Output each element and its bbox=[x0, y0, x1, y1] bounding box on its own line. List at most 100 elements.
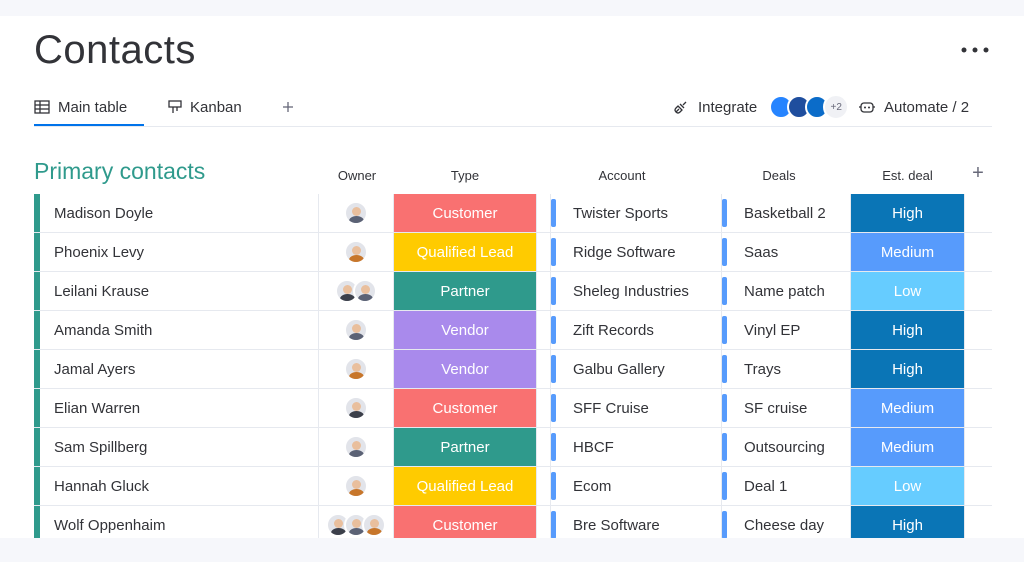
top-strip bbox=[0, 0, 1024, 16]
type-status[interactable]: Qualified Lead bbox=[394, 233, 536, 271]
type-status[interactable]: Vendor bbox=[394, 350, 536, 388]
account-link[interactable]: Ecom bbox=[551, 467, 707, 505]
account-link[interactable]: Ridge Software bbox=[551, 233, 707, 271]
avatar bbox=[362, 513, 386, 537]
avatar bbox=[344, 357, 368, 381]
table-row[interactable]: Phoenix Levy Qualified Lead Ridge Software… bbox=[34, 233, 992, 272]
deal-name: Trays bbox=[744, 360, 781, 378]
type-status[interactable]: Partner bbox=[394, 428, 536, 466]
deal-link[interactable]: Saas bbox=[722, 233, 850, 271]
owner-avatars bbox=[344, 396, 368, 420]
account-link[interactable]: Galbu Gallery bbox=[551, 350, 707, 388]
avatar bbox=[344, 396, 368, 420]
connected-board-indicator bbox=[551, 394, 556, 422]
cell-divider bbox=[964, 194, 965, 232]
page-title: Contacts bbox=[34, 28, 196, 72]
automate-button[interactable]: Automate / 2 bbox=[858, 90, 969, 124]
tab-kanban[interactable]: Kanban bbox=[168, 90, 242, 124]
plus-icon bbox=[283, 102, 293, 112]
deal-link[interactable]: Trays bbox=[722, 350, 850, 388]
account-link[interactable]: Sheleg Industries bbox=[551, 272, 707, 310]
account-link[interactable]: Zift Records bbox=[551, 311, 707, 349]
connected-board-indicator bbox=[551, 355, 556, 383]
avatar bbox=[353, 279, 377, 303]
table-row[interactable]: Amanda Smith Vendor Zift Records Vinyl EP Hi… bbox=[34, 311, 992, 350]
integrate-button[interactable]: Integrate +2 bbox=[672, 90, 850, 124]
owner-cell[interactable] bbox=[319, 350, 393, 388]
add-column-button[interactable]: + bbox=[968, 162, 988, 185]
owner-cell[interactable] bbox=[319, 428, 393, 466]
more-options-icon[interactable] bbox=[958, 40, 992, 60]
est-deal-status[interactable]: High bbox=[851, 350, 964, 388]
account-link[interactable]: HBCF bbox=[551, 428, 707, 466]
deal-name: Saas bbox=[744, 243, 779, 261]
est-deal-status[interactable]: High bbox=[851, 194, 964, 232]
contact-name[interactable]: Leilani Krause bbox=[54, 272, 318, 310]
type-status[interactable]: Customer bbox=[394, 194, 536, 232]
contact-name[interactable]: Madison Doyle bbox=[54, 194, 318, 232]
column-header-account[interactable]: Account bbox=[551, 168, 693, 183]
deal-link[interactable]: Deal 1 bbox=[722, 467, 850, 505]
contact-name[interactable]: Elian Warren bbox=[54, 389, 318, 427]
est-deal-status[interactable]: High bbox=[851, 311, 964, 349]
deal-name: SF cruise bbox=[744, 399, 808, 417]
est-deal-status[interactable]: Medium bbox=[851, 389, 964, 427]
column-header-owner[interactable]: Owner bbox=[320, 168, 394, 183]
est-deal-status[interactable]: Medium bbox=[851, 428, 964, 466]
owner-cell[interactable] bbox=[319, 194, 393, 232]
account-name: SFF Cruise bbox=[573, 399, 649, 417]
account-link[interactable]: SFF Cruise bbox=[551, 389, 707, 427]
column-header-est-deal[interactable]: Est. deal bbox=[851, 168, 964, 183]
account-name: Ridge Software bbox=[573, 243, 676, 261]
account-name: Zift Records bbox=[573, 321, 654, 339]
contact-name[interactable]: Jamal Ayers bbox=[54, 350, 318, 388]
connected-board-indicator bbox=[722, 511, 727, 539]
owner-cell[interactable] bbox=[319, 233, 393, 271]
table-row[interactable]: Madison Doyle Customer Twister Sports Baske… bbox=[34, 194, 992, 233]
est-deal-status[interactable]: Low bbox=[851, 272, 964, 310]
add-view-button[interactable] bbox=[282, 90, 294, 124]
deal-link[interactable]: Vinyl EP bbox=[722, 311, 850, 349]
contact-name[interactable]: Sam Spillberg bbox=[54, 428, 318, 466]
deal-link[interactable]: SF cruise bbox=[722, 389, 850, 427]
account-link[interactable]: Twister Sports bbox=[551, 194, 707, 232]
owner-cell[interactable] bbox=[319, 272, 393, 310]
table-row[interactable]: Jamal Ayers Vendor Galbu Gallery Trays High bbox=[34, 350, 992, 389]
table-row[interactable]: Hannah Gluck Qualified Lead Ecom Deal 1 Low bbox=[34, 467, 992, 506]
owner-cell[interactable] bbox=[319, 389, 393, 427]
deal-name: Vinyl EP bbox=[744, 321, 801, 339]
contact-name[interactable]: Hannah Gluck bbox=[54, 467, 318, 505]
type-status[interactable]: Customer bbox=[394, 389, 536, 427]
deal-link[interactable]: Outsourcing bbox=[722, 428, 850, 466]
connected-board-indicator bbox=[722, 394, 727, 422]
deal-name: Basketball 2 bbox=[744, 204, 826, 222]
est-deal-status[interactable]: Medium bbox=[851, 233, 964, 271]
table-row[interactable]: Sam Spillberg Partner HBCF Outsourcing Mediu… bbox=[34, 428, 992, 467]
type-status[interactable]: Qualified Lead bbox=[394, 467, 536, 505]
deal-name: Outsourcing bbox=[744, 438, 825, 456]
deal-link[interactable]: Basketball 2 bbox=[722, 194, 850, 232]
owner-avatars bbox=[326, 513, 386, 537]
connected-board-indicator bbox=[551, 199, 556, 227]
contact-name[interactable]: Amanda Smith bbox=[54, 311, 318, 349]
column-header-deals[interactable]: Deals bbox=[722, 168, 836, 183]
owner-cell[interactable] bbox=[319, 467, 393, 505]
type-status[interactable]: Partner bbox=[394, 272, 536, 310]
cell-divider bbox=[536, 233, 537, 271]
contact-name[interactable]: Phoenix Levy bbox=[54, 233, 318, 271]
deal-link[interactable]: Name patch bbox=[722, 272, 850, 310]
owner-cell[interactable] bbox=[319, 311, 393, 349]
column-header-type[interactable]: Type bbox=[394, 168, 536, 183]
group-title[interactable]: Primary contacts bbox=[34, 158, 205, 185]
table-row[interactable]: Elian Warren Customer SFF Cruise SF cruise M… bbox=[34, 389, 992, 428]
table-row[interactable]: Leilani Krause Partner Sheleg Industries Na… bbox=[34, 272, 992, 311]
cell-divider bbox=[536, 272, 537, 310]
view-tabs: Main table Kanban Integrate +2 Automate … bbox=[34, 90, 992, 127]
type-status[interactable]: Vendor bbox=[394, 311, 536, 349]
contacts-table: Madison Doyle Customer Twister Sports Baske… bbox=[34, 194, 992, 545]
cell-divider bbox=[536, 428, 537, 466]
cell-divider bbox=[536, 389, 537, 427]
est-deal-status[interactable]: Low bbox=[851, 467, 964, 505]
account-name: Ecom bbox=[573, 477, 612, 495]
tab-main-table[interactable]: Main table bbox=[34, 90, 144, 126]
